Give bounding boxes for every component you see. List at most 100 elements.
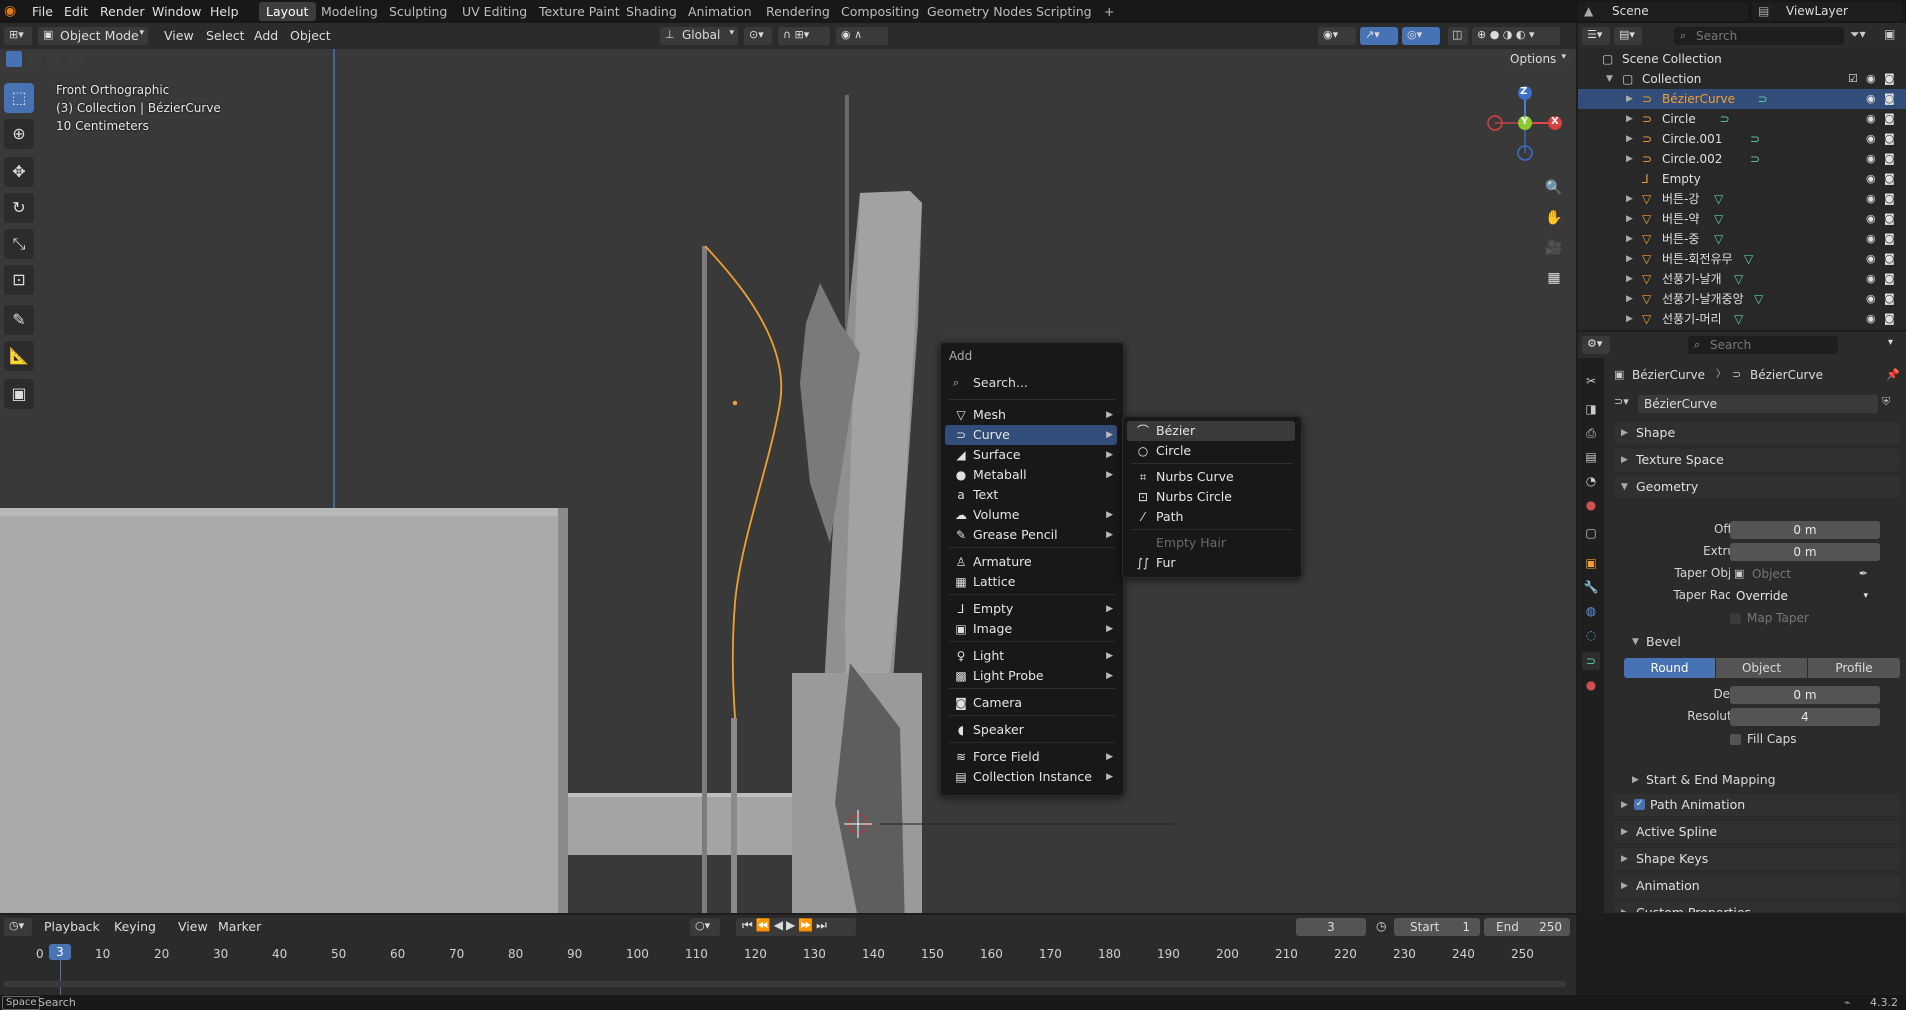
eye-icon[interactable]: ◉	[1866, 269, 1876, 289]
chevron-right-icon[interactable]: ▶	[1626, 129, 1633, 149]
workspace-tab-shading[interactable]: Shading	[619, 2, 684, 21]
chevron-right-icon[interactable]: ▶	[1626, 249, 1633, 269]
blender-logo-icon[interactable]: ◉	[4, 3, 20, 19]
select-subtract-icon[interactable]	[46, 51, 62, 67]
resolution-field[interactable]: 4	[1730, 708, 1880, 726]
physics-tab-icon[interactable]: ◌	[1582, 626, 1600, 644]
eye-icon[interactable]: ◉	[1866, 249, 1876, 269]
curve-data-icon[interactable]: ⊃	[1750, 149, 1760, 169]
view-layer-selector[interactable]: ▤ ViewLayer	[1752, 2, 1902, 21]
add-menu-item-light-probe[interactable]: ▩ Light Probe ▶	[945, 666, 1117, 686]
new-collection-icon[interactable]: ▣	[1884, 27, 1895, 41]
chevron-down-icon[interactable]: ▾	[1888, 337, 1893, 348]
curve-submenu-item-nurbs-curve[interactable]: ⌗ Nurbs Curve	[1127, 467, 1295, 487]
eyedropper-icon[interactable]: ✒	[1859, 565, 1868, 583]
add-menu-item-image[interactable]: ▣ Image ▶	[945, 619, 1117, 639]
particles-tab-icon[interactable]: ◍	[1582, 602, 1600, 620]
gizmo-z-label[interactable]: Z	[1520, 86, 1527, 97]
extrude-field[interactable]: 0 m	[1730, 543, 1880, 561]
add-workspace-button[interactable]: +	[1097, 2, 1121, 21]
start-frame-field[interactable]: Start 1	[1394, 918, 1480, 936]
add-menu-item-mesh[interactable]: ▽ Mesh ▶	[945, 405, 1117, 425]
chevron-right-icon[interactable]: ▶	[1626, 209, 1633, 229]
proportional-edit-toggle[interactable]: ◉ ∧	[836, 27, 888, 45]
gizmo-toggle[interactable]: ↗▾	[1360, 27, 1398, 45]
camera-icon[interactable]: ◙	[1884, 269, 1895, 289]
curve-submenu-item-bézier[interactable]: ⌒ Bézier	[1127, 421, 1295, 441]
outliner-row[interactable]: ⅃ Empty ◉ ◙	[1578, 169, 1906, 189]
exclude-checkbox-icon[interactable]: ☑	[1848, 69, 1858, 89]
stopwatch-icon[interactable]: ◷	[1376, 919, 1386, 933]
outliner-row[interactable]: ▶ ▽ 버튼-회전유무 ▽ ◉ ◙	[1578, 249, 1906, 269]
playback-controls[interactable]: ⏮⏪◀▶⏩⏭	[736, 918, 856, 936]
display-mode-button[interactable]: ▤▾	[1614, 27, 1642, 45]
curve-submenu-item-path[interactable]: ⁄ Path	[1127, 507, 1295, 527]
add-menu-item-volume[interactable]: ☁ Volume ▶	[945, 505, 1117, 525]
workspace-tab-sculpting[interactable]: Sculpting	[382, 2, 454, 21]
options-button[interactable]: Options ▾	[1504, 51, 1570, 69]
add-cube-tool[interactable]: ▣	[4, 379, 34, 409]
visibility-toggle[interactable]: ◉▾	[1318, 27, 1356, 45]
select-box-tool[interactable]: ⬚	[4, 83, 34, 113]
panel-custom-properties[interactable]: ▶ Custom Properties	[1614, 902, 1900, 912]
panel-path-animation[interactable]: ▶ ✓ Path Animation	[1614, 794, 1900, 816]
outliner-search[interactable]: ⌕ Search	[1674, 27, 1844, 45]
workspace-tab-uv-editing[interactable]: UV Editing	[455, 2, 534, 21]
mesh-data-icon[interactable]: ▽	[1744, 249, 1753, 269]
menu-edit[interactable]: Edit	[58, 3, 94, 20]
world-tab-icon[interactable]: ●	[1582, 496, 1600, 514]
eye-icon[interactable]: ◉	[1866, 89, 1876, 109]
eye-icon[interactable]: ◉	[1866, 209, 1876, 229]
mesh-data-icon[interactable]: ▽	[1714, 229, 1723, 249]
shading-modes[interactable]: ⊕ ● ◑ ◐ ▾	[1472, 27, 1560, 45]
workspace-tab-layout[interactable]: Layout	[259, 2, 316, 21]
camera-icon[interactable]: ◙	[1884, 249, 1895, 269]
panel-active-spline[interactable]: ▶ Active Spline	[1614, 821, 1900, 843]
camera-icon[interactable]: ◙	[1884, 69, 1895, 89]
eye-icon[interactable]: ◉	[1866, 149, 1876, 169]
properties-search[interactable]: ⌕ Search	[1688, 336, 1838, 354]
panel-animation[interactable]: ▶ Animation	[1614, 875, 1900, 897]
add-menu-item-camera[interactable]: ◙ Camera	[945, 693, 1117, 713]
add-menu-item-metaball[interactable]: ● Metaball ▶	[945, 465, 1117, 485]
camera-icon[interactable]: ◙	[1884, 89, 1895, 109]
snap-toggle[interactable]: ∩ ⊞▾	[778, 27, 830, 45]
eye-icon[interactable]: ◉	[1866, 289, 1876, 309]
perspective-grid-icon[interactable]: ▦	[1541, 265, 1567, 291]
fake-user-shield-icon[interactable]: ⛨	[1882, 395, 1890, 409]
current-frame-field[interactable]: 3	[1296, 918, 1366, 936]
scene-selector[interactable]: ▲ Scene	[1578, 2, 1748, 21]
view-layer-tab-icon[interactable]: ▤	[1582, 448, 1600, 466]
add-menu-item-lattice[interactable]: ▦ Lattice	[945, 572, 1117, 592]
menu-render[interactable]: Render	[94, 3, 151, 20]
add-menu-item-text[interactable]: a Text	[945, 485, 1117, 505]
overlay-toggle[interactable]: ◎▾	[1402, 27, 1440, 45]
timeline-scrollbar[interactable]	[4, 981, 1566, 987]
pin-icon[interactable]: 📌	[1886, 366, 1900, 384]
mesh-data-icon[interactable]: ▽	[1734, 309, 1743, 329]
camera-icon[interactable]: ◙	[1884, 289, 1895, 309]
curve-data-icon[interactable]: ⊃	[1720, 109, 1730, 129]
collection-row[interactable]: ▼ ▢ Collection ☑ ◉ ◙	[1578, 69, 1906, 89]
bevel-mode-round[interactable]: Round	[1624, 658, 1715, 678]
camera-icon[interactable]: ◙	[1884, 149, 1895, 169]
outliner-row[interactable]: ▶ ⊃ BézierCurve ⊃ ◉ ◙	[1578, 89, 1906, 109]
eye-icon[interactable]: ◉	[1866, 169, 1876, 189]
panel-shape[interactable]: ▶ Shape	[1614, 422, 1900, 444]
mesh-data-icon[interactable]: ▽	[1714, 209, 1723, 229]
outliner-row[interactable]: ▶ ▽ 선풍기-날개 ▽ ◉ ◙	[1578, 269, 1906, 289]
render-tab-icon[interactable]: ◨	[1582, 400, 1600, 418]
outliner-row[interactable]: ▶ ⊃ Circle.001 ⊃ ◉ ◙	[1578, 129, 1906, 149]
auto-keying-toggle[interactable]: ○▾	[690, 918, 720, 936]
menu-window[interactable]: Window	[146, 3, 207, 20]
datablock-selector[interactable]: ⊃▾ BézierCurve ⛨	[1614, 394, 1900, 414]
selection-mode-buttons[interactable]	[4, 51, 94, 67]
outliner-row[interactable]: ▶ ▽ 버튼-약 ▽ ◉ ◙	[1578, 209, 1906, 229]
add-menu-search[interactable]: ⌕ Search...	[945, 373, 1117, 393]
bevel-mode-object[interactable]: Object	[1716, 658, 1807, 678]
material-tab-icon[interactable]: ●	[1582, 676, 1600, 694]
curve-submenu-item-nurbs-circle[interactable]: ⊡ Nurbs Circle	[1127, 487, 1295, 507]
taper-object-field[interactable]: ▣ Object ✒	[1730, 565, 1872, 583]
map-taper-checkbox[interactable]: Map Taper	[1730, 610, 1870, 626]
properties-editor-type[interactable]: ⚙▾	[1582, 336, 1610, 354]
